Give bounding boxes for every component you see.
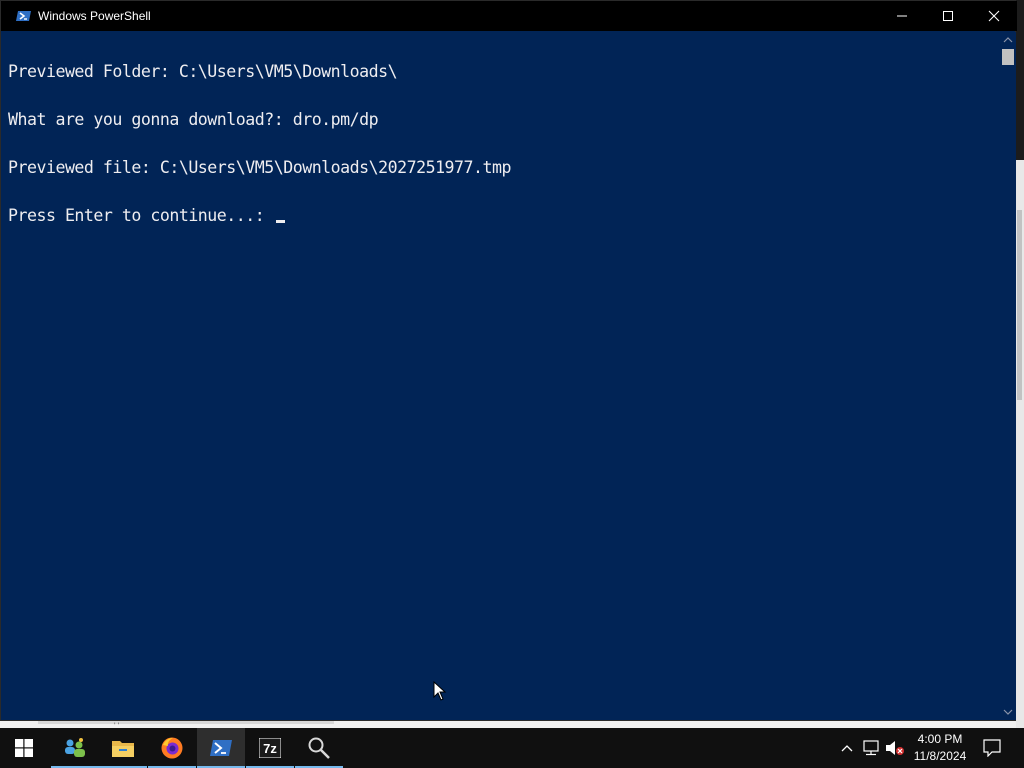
taskbar-network-people-app[interactable] (51, 728, 99, 768)
start-button[interactable] (0, 728, 48, 768)
scroll-down-arrow-icon[interactable] (1003, 708, 1013, 716)
taskbar-file-explorer[interactable] (99, 728, 147, 768)
taskbar-powershell[interactable] (197, 728, 245, 768)
taskbar-firefox[interactable] (148, 728, 196, 768)
background-window-scrollbar[interactable] (1016, 160, 1024, 728)
console-prompt-text: Press Enter to continue...: (8, 206, 274, 225)
search-magnifier-icon (308, 737, 330, 759)
windows-logo-icon (15, 739, 33, 757)
file-explorer-icon (112, 741, 134, 757)
scrollbar-thumb[interactable] (1002, 49, 1014, 65)
chevron-up-icon (841, 745, 853, 752)
minimize-button[interactable] (879, 1, 925, 31)
minimize-icon (897, 15, 907, 17)
powershell-icon (16, 8, 32, 24)
notification-icon (983, 739, 1001, 757)
taskbar-clock[interactable]: 4:00 PM 11/8/2024 (905, 731, 975, 765)
text-cursor (275, 220, 285, 223)
taskbar-7zip[interactable]: 7z (246, 728, 294, 768)
action-center-button[interactable] (978, 728, 1006, 768)
taskbar-search-tool[interactable] (295, 728, 343, 768)
window-title: Windows PowerShell (38, 9, 151, 23)
close-icon (988, 10, 1000, 22)
close-button[interactable] (971, 1, 1017, 31)
console-line: Previewed file: C:\Users\VM5\Downloads\2… (8, 158, 512, 177)
7zip-icon: 7z (259, 738, 281, 758)
network-wired-icon (863, 740, 879, 756)
taskbar: 7z 4:00 PM 11/8/2024 (0, 728, 1024, 768)
title-bar[interactable]: Windows PowerShell (1, 1, 1017, 31)
network-tray-button[interactable] (860, 728, 882, 768)
console-scrollbar[interactable] (1000, 32, 1016, 720)
firefox-icon (161, 737, 183, 759)
7zip-label: 7z (263, 741, 277, 756)
maximize-icon (943, 11, 953, 21)
console-line: What are you gonna download?: dro.pm/dp (8, 110, 379, 129)
powershell-icon (210, 740, 232, 756)
clock-time: 4:00 PM (917, 732, 963, 746)
volume-tray-button[interactable] (884, 728, 906, 768)
console-line: Previewed Folder: C:\Users\VM5\Downloads… (8, 62, 398, 81)
maximize-button[interactable] (925, 1, 971, 31)
clock-date: 11/8/2024 (913, 749, 967, 763)
scroll-up-arrow-icon[interactable] (1003, 36, 1013, 44)
console-prompt-line: Press Enter to continue...: (8, 206, 998, 225)
show-hidden-icons-button[interactable] (837, 728, 857, 768)
mouse-pointer-icon (433, 681, 447, 701)
powershell-window: Windows PowerShell Previewed Folder: C:\… (0, 0, 1017, 721)
volume-muted-icon (886, 741, 904, 755)
network-people-icon (65, 738, 85, 757)
console-output[interactable]: Previewed Folder: C:\Users\VM5\Downloads… (8, 32, 998, 718)
